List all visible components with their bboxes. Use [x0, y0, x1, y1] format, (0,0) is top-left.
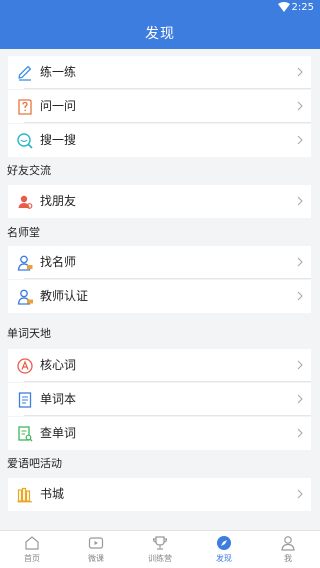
- section-title-words: 单词天地: [7, 327, 51, 340]
- tab-label: 发现: [216, 554, 232, 563]
- divider: [24, 415, 311, 416]
- tab-training[interactable]: 训练营: [128, 531, 192, 568]
- menu-item-label: 书城: [40, 487, 65, 501]
- menu-item-bookstore[interactable]: 书城: [8, 478, 311, 511]
- tab-label: 我: [284, 554, 292, 563]
- menu-item-word-book[interactable]: 单词本: [8, 383, 311, 416]
- menu-item-label: 单词本: [40, 392, 77, 406]
- menu-item-search[interactable]: 搜一搜: [8, 124, 311, 157]
- bottom-tab-bar: 首页 微课 训练营 发现 我: [0, 530, 320, 568]
- page-title: 发现: [0, 16, 320, 49]
- books-icon: [17, 487, 32, 503]
- divider: [24, 278, 311, 279]
- core-words-icon: [17, 358, 33, 374]
- menu-item-find-teacher[interactable]: 找名师: [8, 246, 311, 279]
- menu-item-core-words[interactable]: 核心词: [8, 349, 311, 382]
- pencil-icon: [18, 65, 32, 81]
- tab-me[interactable]: 我: [256, 531, 320, 568]
- teacher-icon: [17, 255, 33, 271]
- menu-item-label: 问一问: [40, 99, 77, 113]
- chevron-right-icon: [297, 394, 303, 404]
- menu-item-find-friends[interactable]: 找朋友: [8, 185, 311, 218]
- section-title-friends: 好友交流: [7, 164, 51, 177]
- status-bar: 2:25: [0, 0, 320, 16]
- menu-item-lookup-word[interactable]: 查单词: [8, 417, 311, 450]
- video-icon: [88, 537, 104, 549]
- chevron-right-icon: [297, 428, 303, 438]
- menu-item-label: 练一练: [40, 65, 77, 79]
- trophy-icon: [152, 536, 168, 550]
- notebook-icon: [18, 392, 32, 408]
- friends-icon: [18, 195, 33, 209]
- tab-label: 微课: [88, 554, 104, 563]
- question-icon: [18, 99, 32, 115]
- lookup-icon: [18, 426, 33, 442]
- menu-item-label: 找名师: [40, 255, 77, 269]
- chevron-right-icon: [297, 360, 303, 370]
- wifi-icon: [278, 2, 290, 12]
- menu-item-label: 找朋友: [40, 194, 77, 208]
- divider: [24, 88, 311, 89]
- chevron-right-icon: [297, 196, 303, 206]
- compass-icon: [217, 536, 231, 550]
- search-icon: [17, 133, 33, 149]
- chevron-right-icon: [297, 489, 303, 499]
- tab-label: 首页: [24, 554, 40, 563]
- divider: [24, 381, 311, 382]
- chevron-right-icon: [297, 101, 303, 111]
- chevron-right-icon: [297, 135, 303, 145]
- menu-item-practice[interactable]: 练一练: [8, 56, 311, 89]
- chevron-right-icon: [297, 257, 303, 267]
- divider: [24, 122, 311, 123]
- user-icon: [281, 536, 295, 551]
- tab-label: 训练营: [148, 554, 172, 563]
- certification-icon: [17, 289, 33, 305]
- chevron-right-icon: [297, 67, 303, 77]
- section-title-teachers: 名师堂: [7, 226, 40, 239]
- menu-item-teacher-certification[interactable]: 教师认证: [8, 280, 311, 313]
- menu-item-label: 教师认证: [40, 289, 89, 303]
- menu-item-label: 查单词: [40, 426, 77, 440]
- menu-item-ask[interactable]: 问一问: [8, 90, 311, 123]
- home-icon: [25, 536, 39, 550]
- chevron-right-icon: [297, 291, 303, 301]
- tab-home[interactable]: 首页: [0, 531, 64, 568]
- status-time: 2:25: [291, 2, 314, 13]
- menu-item-label: 核心词: [40, 358, 77, 372]
- tab-lessons[interactable]: 微课: [64, 531, 128, 568]
- section-title-activities: 爱语吧活动: [7, 457, 62, 470]
- menu-item-label: 搜一搜: [40, 133, 77, 147]
- tab-discover[interactable]: 发现: [192, 531, 256, 568]
